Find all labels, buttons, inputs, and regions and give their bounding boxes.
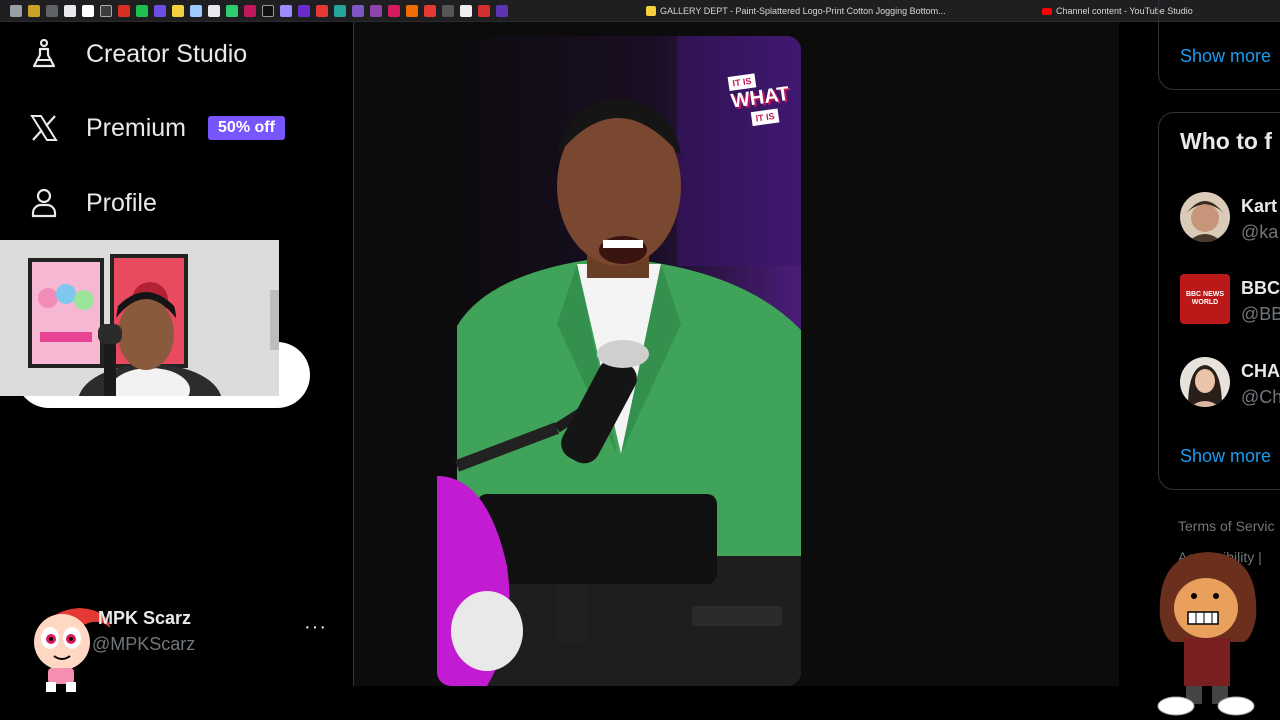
pinned-tab-icon[interactable] xyxy=(64,4,76,17)
pinned-tab-icon[interactable] xyxy=(298,4,310,17)
avatar-text: BBC NEWS WORLD xyxy=(1185,291,1225,306)
pinned-tab-icon[interactable] xyxy=(442,4,454,17)
bbc-news-avatar: BBC NEWS WORLD xyxy=(1180,274,1230,324)
pinned-tab-icon[interactable] xyxy=(496,4,508,17)
pinned-tab-icon[interactable] xyxy=(406,4,418,17)
pinned-tab-icon[interactable] xyxy=(334,4,346,17)
follow-suggestion[interactable]: CHA @Ch xyxy=(1180,357,1280,409)
avatar xyxy=(1180,192,1230,242)
nav-creator-studio[interactable]: Creator Studio xyxy=(28,38,247,70)
pinned-tab-icon[interactable] xyxy=(190,4,202,17)
nav-label: Premium xyxy=(86,113,187,142)
pinned-tab-icon[interactable] xyxy=(244,4,256,17)
suggestion-handle: @ka xyxy=(1241,222,1279,242)
pinned-tab-icon[interactable] xyxy=(28,4,40,17)
pinned-tab-icon[interactable] xyxy=(478,4,490,17)
video-player[interactable] xyxy=(437,36,801,686)
show-more-link[interactable]: Show more xyxy=(1180,46,1271,67)
pinned-tab-icon[interactable] xyxy=(154,4,166,17)
show-more-link[interactable]: Show more xyxy=(1180,446,1271,467)
pinned-tab-icon[interactable] xyxy=(370,4,382,17)
trending-card xyxy=(1158,0,1280,90)
pinned-tab-icon[interactable] xyxy=(316,4,328,17)
tab-gallery-dept[interactable]: GALLERY DEPT - Paint-Splattered Logo-Pri… xyxy=(640,0,952,21)
youtube-favicon-icon xyxy=(1042,7,1052,15)
suggestion-name: CHA xyxy=(1241,361,1280,381)
pinned-tab-icon[interactable] xyxy=(424,4,436,17)
suggestion-name: BBC xyxy=(1241,278,1280,298)
suggestion-handle: @Ch xyxy=(1241,387,1280,407)
follow-suggestion[interactable]: Kart @ka xyxy=(1180,192,1280,244)
nav-label: Profile xyxy=(86,188,157,217)
x-tab-icon[interactable] xyxy=(100,4,112,17)
follow-suggestion[interactable]: BBC NEWS WORLD BBC @BB xyxy=(1180,274,1280,326)
pinned-tab-icon[interactable] xyxy=(226,4,238,17)
pinned-tabs xyxy=(0,4,508,17)
who-to-follow-title: Who to f xyxy=(1180,128,1272,154)
pinned-tab-icon[interactable] xyxy=(118,4,130,17)
more-options-icon[interactable]: ··· xyxy=(304,616,327,639)
pinned-tab-icon[interactable] xyxy=(388,4,400,17)
nav-premium[interactable]: Premium 50% off xyxy=(28,112,285,144)
terms-of-service-link[interactable]: Terms of Servic xyxy=(1178,518,1274,534)
pinned-tab-icon[interactable] xyxy=(280,4,292,17)
tiktok-tab-icon[interactable] xyxy=(262,4,274,17)
pinned-tab-icon[interactable] xyxy=(460,4,472,17)
pinned-tab-icon[interactable] xyxy=(136,4,148,17)
webcam-overlay xyxy=(0,240,279,396)
pinned-tab-icon[interactable] xyxy=(352,4,364,17)
tab-title: GALLERY DEPT - Paint-Splattered Logo-Pri… xyxy=(660,6,946,16)
watermark-line: IT IS xyxy=(750,108,780,127)
account-handle: @MPKScarz xyxy=(92,634,196,654)
avatar xyxy=(1180,357,1230,407)
pinned-tab-icon[interactable] xyxy=(46,4,58,17)
suggestion-name: Kart xyxy=(1241,196,1278,216)
pinned-tab-icon[interactable] xyxy=(172,4,184,17)
nav-label: Creator Studio xyxy=(86,39,248,68)
suggestion-handle: @BB xyxy=(1241,304,1280,324)
browser-tab-strip: GALLERY DEPT - Paint-Splattered Logo-Pri… xyxy=(0,0,1280,22)
account-switcher[interactable]: MPK Scarz @MPKScarz ··· xyxy=(20,598,340,694)
premium-discount-badge: 50% off xyxy=(208,116,285,140)
show-logo-watermark: IT IS WHAT IT IS xyxy=(727,66,791,127)
pinned-tab-icon[interactable] xyxy=(10,4,22,17)
pinned-tab-icon[interactable] xyxy=(208,4,220,17)
x-logo-icon xyxy=(28,112,60,144)
nav-profile[interactable]: Profile xyxy=(28,187,157,219)
profile-icon xyxy=(28,187,60,219)
flask-icon xyxy=(28,38,60,70)
mascot-overlay xyxy=(1150,548,1262,716)
account-name: MPK Scarz xyxy=(98,608,192,628)
pinned-tab-icon[interactable] xyxy=(82,4,94,17)
gallery-dept-favicon-icon xyxy=(646,6,656,16)
